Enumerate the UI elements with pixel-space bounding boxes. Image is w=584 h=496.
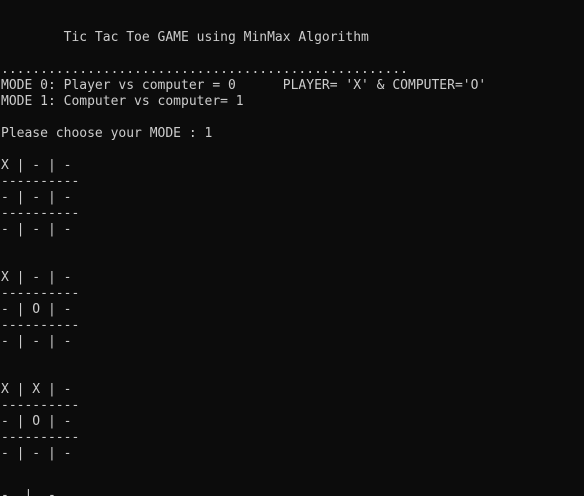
- board-2-separator-1: ----------: [1, 286, 80, 301]
- board-1-row-3: - | - | -: [1, 222, 72, 237]
- dots-separator: ........................................…: [1, 62, 408, 77]
- board-1-row-2: - | - | -: [1, 190, 72, 205]
- board-3-separator-2: ----------: [1, 430, 80, 445]
- board-1-row-1: X | - | -: [1, 158, 72, 173]
- mode-0-line: MODE 0: Player vs computer = 0 PLAYER= '…: [1, 78, 487, 93]
- board-2-row-1: X | - | -: [1, 270, 72, 285]
- board-2-row-3: - | - | -: [1, 334, 72, 349]
- board-2-separator-2: ----------: [1, 318, 80, 333]
- board-1-separator-2: ----------: [1, 206, 80, 221]
- board-3-separator-1: ----------: [1, 398, 80, 413]
- board-3-row-2: - | O | -: [1, 414, 72, 429]
- board-3-row-3: - | - | -: [1, 446, 72, 461]
- board-3-row-1: X | X | -: [1, 382, 72, 397]
- mode-prompt: Please choose your MODE : 1: [1, 126, 213, 141]
- partial-board-row: - | -: [1, 488, 56, 496]
- board-1-separator-1: ----------: [1, 174, 80, 189]
- game-title: Tic Tac Toe GAME using MinMax Algorithm: [1, 30, 369, 45]
- console-window[interactable]: Tic Tac Toe GAME using MinMax Algorithm …: [0, 0, 584, 496]
- board-2-row-2: - | O | -: [1, 302, 72, 317]
- mode-1-line: MODE 1: Computer vs computer= 1: [1, 94, 244, 109]
